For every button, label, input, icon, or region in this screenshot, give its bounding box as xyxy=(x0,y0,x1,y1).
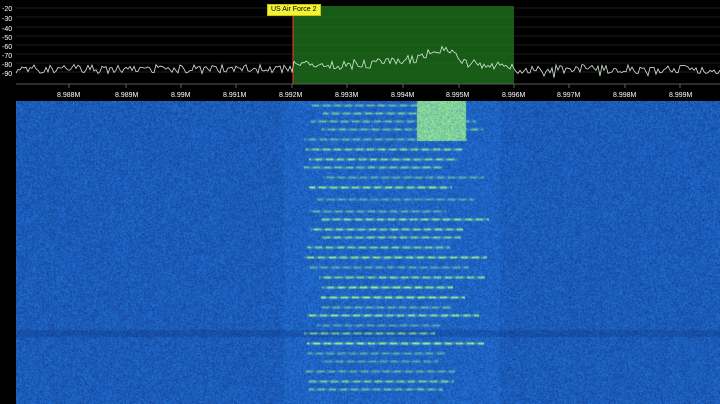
sdr-receiver-view: -20 -30 -40 -50 -60 -70 -80 -90 8.988M 8… xyxy=(0,0,720,404)
frequency-tick-label: 8.991M xyxy=(223,92,247,99)
db-label: -50 xyxy=(2,35,12,42)
db-label: -80 xyxy=(2,62,12,69)
frequency-tick-label: 8.992M xyxy=(279,92,303,99)
frequency-axis: 8.988M 8.989M 8.99M 8.991M 8.992M 8.993M… xyxy=(57,92,693,99)
db-label: -60 xyxy=(2,44,12,51)
db-label: -90 xyxy=(2,71,12,78)
frequency-tick-label: 8.997M xyxy=(557,92,581,99)
frequency-tick-label: 8.994M xyxy=(391,92,415,99)
frequency-tick-label: 8.99M xyxy=(171,92,191,99)
db-label: -20 xyxy=(2,6,12,13)
db-label: -30 xyxy=(2,16,12,23)
signal-marker-label[interactable]: US Air Force 2 xyxy=(267,4,321,16)
db-label: -40 xyxy=(2,26,12,33)
waterfall-canvas xyxy=(16,101,720,404)
frequency-tick-label: 8.988M xyxy=(57,92,81,99)
waterfall-left-margin xyxy=(0,101,16,404)
frequency-tick-label: 8.993M xyxy=(335,92,359,99)
db-scale: -20 -30 -40 -50 -60 -70 -80 -90 xyxy=(2,6,12,78)
frequency-tick-label: 8.996M xyxy=(502,92,526,99)
frequency-tick-label: 8.998M xyxy=(613,92,637,99)
db-label: -70 xyxy=(2,53,12,60)
waterfall-display[interactable] xyxy=(16,101,720,404)
frequency-tick-label: 8.995M xyxy=(446,92,470,99)
frequency-tick-label: 8.999M xyxy=(669,92,693,99)
signal-marker-band[interactable] xyxy=(293,6,514,84)
spectrum-plot[interactable]: -20 -30 -40 -50 -60 -70 -80 -90 8.988M 8… xyxy=(0,0,720,100)
frequency-tick-label: 8.989M xyxy=(115,92,139,99)
